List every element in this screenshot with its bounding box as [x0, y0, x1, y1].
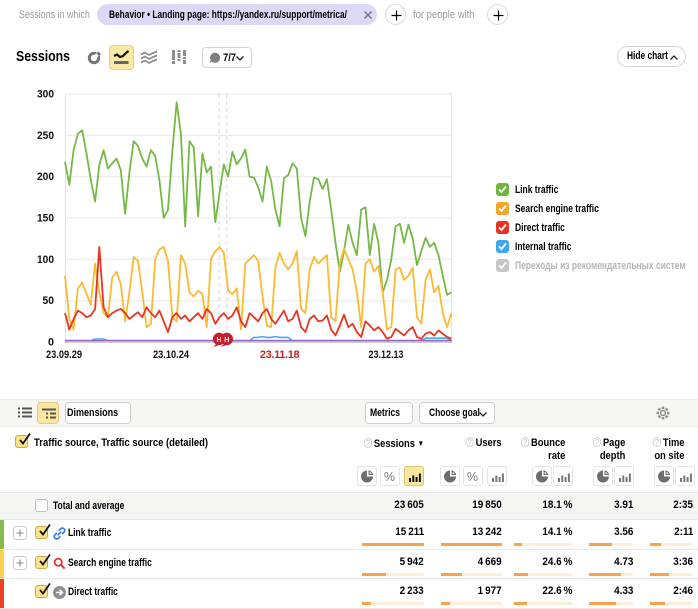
svg-text:23.10.24: 23.10.24 — [153, 349, 190, 361]
svg-text:H: H — [224, 337, 229, 344]
svg-text:23.09.29: 23.09.29 — [46, 349, 82, 361]
svg-text:50: 50 — [43, 295, 55, 307]
svg-text:0: 0 — [48, 337, 54, 349]
svg-text:23.12.13: 23.12.13 — [369, 349, 404, 361]
svg-text:300: 300 — [37, 89, 54, 101]
svg-text:150: 150 — [37, 213, 54, 225]
svg-text:250: 250 — [37, 130, 54, 142]
svg-text:23.11.18: 23.11.18 — [260, 349, 300, 361]
svg-text:100: 100 — [37, 254, 54, 266]
svg-text:200: 200 — [37, 171, 54, 183]
